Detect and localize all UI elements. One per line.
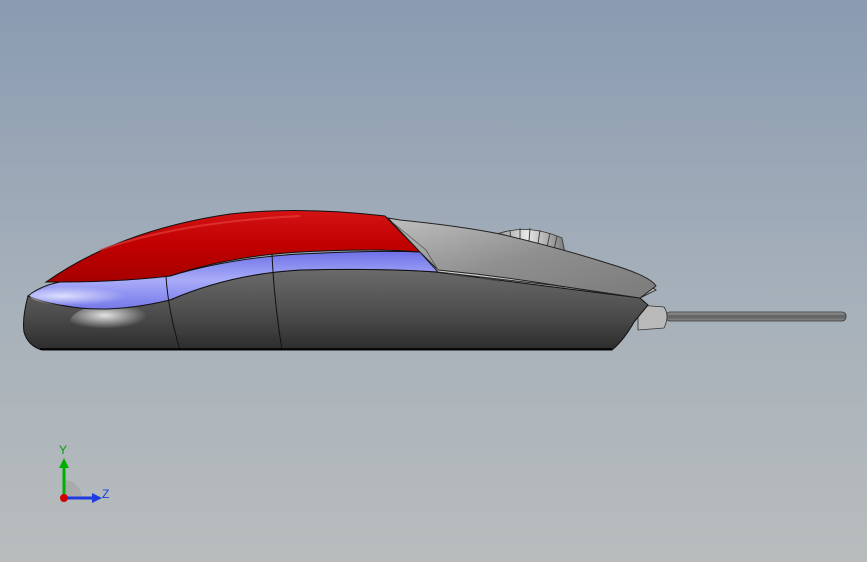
graphics-viewport[interactable]: Y Z [0, 0, 867, 562]
x-axis-point-icon [60, 494, 68, 502]
y-axis-arrow-icon [59, 458, 69, 468]
triad-graphic [59, 458, 102, 503]
z-axis-label: Z [102, 487, 110, 501]
view-orientation-triad: Y Z [40, 440, 120, 520]
y-axis-label: Y [59, 443, 68, 457]
z-axis-arrow-icon [92, 493, 102, 503]
model-view[interactable] [0, 0, 867, 562]
